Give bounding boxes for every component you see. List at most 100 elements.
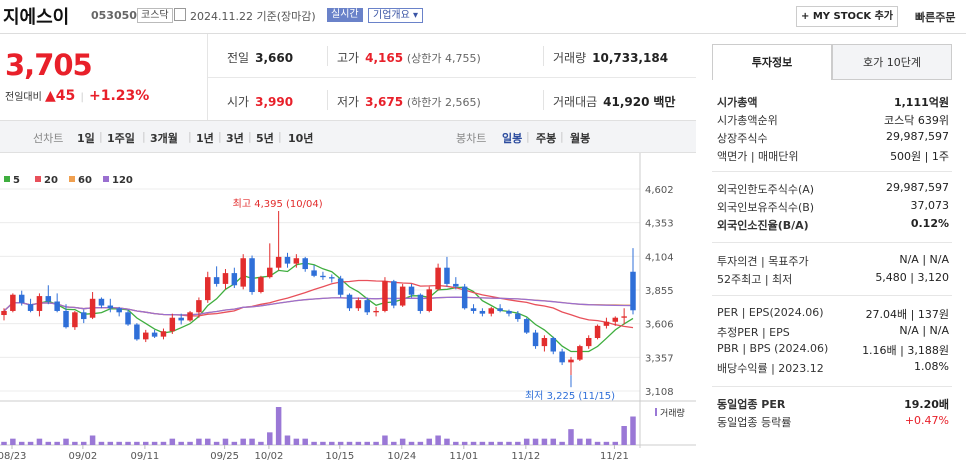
candle-body (267, 267, 273, 278)
candle-body (630, 271, 636, 311)
candle-body (63, 310, 69, 328)
ma-line (3, 296, 634, 316)
legend-swatch (103, 176, 109, 182)
tab-range-1d[interactable]: 1일 (77, 130, 95, 146)
tab-range-3m[interactable]: 3개월 (150, 130, 178, 146)
tab-hoga-10[interactable]: 호가 10단계 (832, 44, 952, 80)
volume-bar (373, 441, 379, 445)
candle-body (329, 277, 335, 279)
stat-value: 3,675 (365, 95, 404, 109)
info-value: 29,987,597 (886, 130, 949, 143)
candle-body (470, 308, 477, 311)
candle-body (107, 305, 114, 309)
candle-body (222, 273, 229, 284)
volume-bar (89, 435, 96, 445)
volume-bar (196, 438, 202, 445)
candle-body (89, 298, 96, 318)
stat-value: 3,660 (255, 51, 294, 65)
x-tick-label: 10/15 (325, 451, 354, 462)
volume-bar (550, 438, 557, 445)
volume-bar (293, 438, 300, 445)
candle-body (36, 296, 43, 311)
document-icon[interactable] (174, 8, 186, 21)
volume-bar (205, 438, 211, 445)
candle-body (1, 310, 7, 316)
realtime-badge[interactable]: 실시간 (327, 8, 363, 22)
tab-period-month[interactable]: 월봉 (570, 130, 590, 146)
tab-invest-info[interactable]: 투자정보 (712, 44, 832, 80)
add-mystock-label: + MY STOCK 추가 (800, 11, 894, 22)
volume-bar (222, 438, 229, 445)
stat-label: 시가 (227, 95, 250, 109)
info-value: 1.08% (914, 360, 949, 373)
x-tick-label: 11/21 (600, 451, 629, 462)
volume-bar (612, 441, 619, 445)
volume-bar (18, 441, 25, 445)
volume-bar (213, 441, 220, 445)
info-key: 시가총액순위 (717, 114, 778, 127)
volume-bar (417, 441, 424, 445)
change-percent: +1.23% (89, 88, 150, 104)
tab-range-1y[interactable]: 1년 (196, 130, 214, 146)
tab-period-week[interactable]: 주봉 (536, 130, 556, 146)
stat-value: 41,920 (603, 95, 650, 109)
tab-period-day[interactable]: 일봉 (502, 130, 522, 146)
candle-body (621, 316, 627, 318)
x-tick-label: 08/23 (0, 451, 26, 462)
volume-legend-mark (655, 408, 657, 416)
volume-bar (1, 441, 7, 445)
price-chart[interactable]: 4,602 4,353 4,104 3,855 3,606 3,357 3,108 5 20 60… (0, 153, 696, 463)
volume-bar (54, 441, 60, 445)
stat-prev: 전일 3,660 (227, 49, 293, 66)
tab-range-3y[interactable]: 3년 (226, 130, 244, 146)
candle-body (399, 286, 406, 306)
info-value: N/A | N/A (899, 324, 949, 337)
row-divider (712, 386, 952, 387)
volume-bar (337, 441, 344, 445)
info-key: 52주최고 | 최저 (717, 273, 793, 286)
info-row: 52주최고 | 최저 5,480 | 3,120 (717, 271, 949, 288)
info-value: +0.47% (904, 414, 949, 427)
candle-body (453, 283, 459, 287)
x-tick-label: 09/25 (210, 451, 239, 462)
volume-bar (311, 441, 317, 445)
legend-label: 60 (78, 175, 92, 186)
legend-swatch (35, 176, 41, 182)
volume-bar (479, 441, 486, 445)
invest-info-panel: 투자정보 호가 10단계 시가총액 1,111억원 시가총액순위 코스닥 639위 상장… (703, 34, 966, 463)
volume-bar (107, 441, 114, 445)
info-key: 배당수익률 | 2023.12 (717, 362, 824, 375)
candlestick-chart[interactable]: 4,602 4,353 4,104 3,855 3,606 3,357 3,108 5 20 60… (0, 153, 696, 463)
volume-bar (302, 438, 308, 445)
current-price: 3,705 (5, 48, 93, 82)
candle-body (231, 273, 238, 286)
info-row: 외국인보유주식수(B) 37,073 (717, 199, 949, 216)
candle-body (311, 270, 317, 276)
add-mystock-button[interactable]: + MY STOCK 추가 (796, 6, 898, 27)
annotation-high: 최고 4,395 (10/04) (233, 198, 323, 210)
stock-header: 지에스이 053050 코스닥 2024.11.22 기준(장마감) 실시간 기… (0, 0, 966, 34)
volume-bar (284, 435, 291, 445)
stat-value: 3,990 (255, 95, 294, 109)
y-tick-label: 3,357 (645, 353, 674, 364)
legend-label: 20 (44, 175, 58, 186)
tab-range-1w[interactable]: 1주일 (107, 130, 135, 146)
quick-order-link[interactable]: 빠른주문 (915, 9, 955, 25)
volume-bar (178, 441, 184, 445)
volume-bar (275, 407, 282, 445)
tab-range-5y[interactable]: 5년 (256, 130, 274, 146)
candle-body (337, 278, 344, 295)
candle-body (284, 256, 291, 264)
candle-body (497, 308, 503, 311)
x-tick-label: 09/11 (130, 451, 159, 462)
volume-bar (45, 441, 52, 445)
candle-body (125, 312, 131, 325)
company-overview-dropdown[interactable]: 기업개요 ▾ (368, 8, 424, 23)
volume-bar (355, 441, 362, 445)
y-tick-label: 4,602 (645, 185, 674, 196)
stock-code: 053050 (91, 9, 137, 22)
candle-body (320, 275, 326, 278)
tab-range-10y[interactable]: 10년 (288, 130, 313, 146)
volume-bar (559, 441, 565, 445)
candle-body (426, 289, 432, 311)
